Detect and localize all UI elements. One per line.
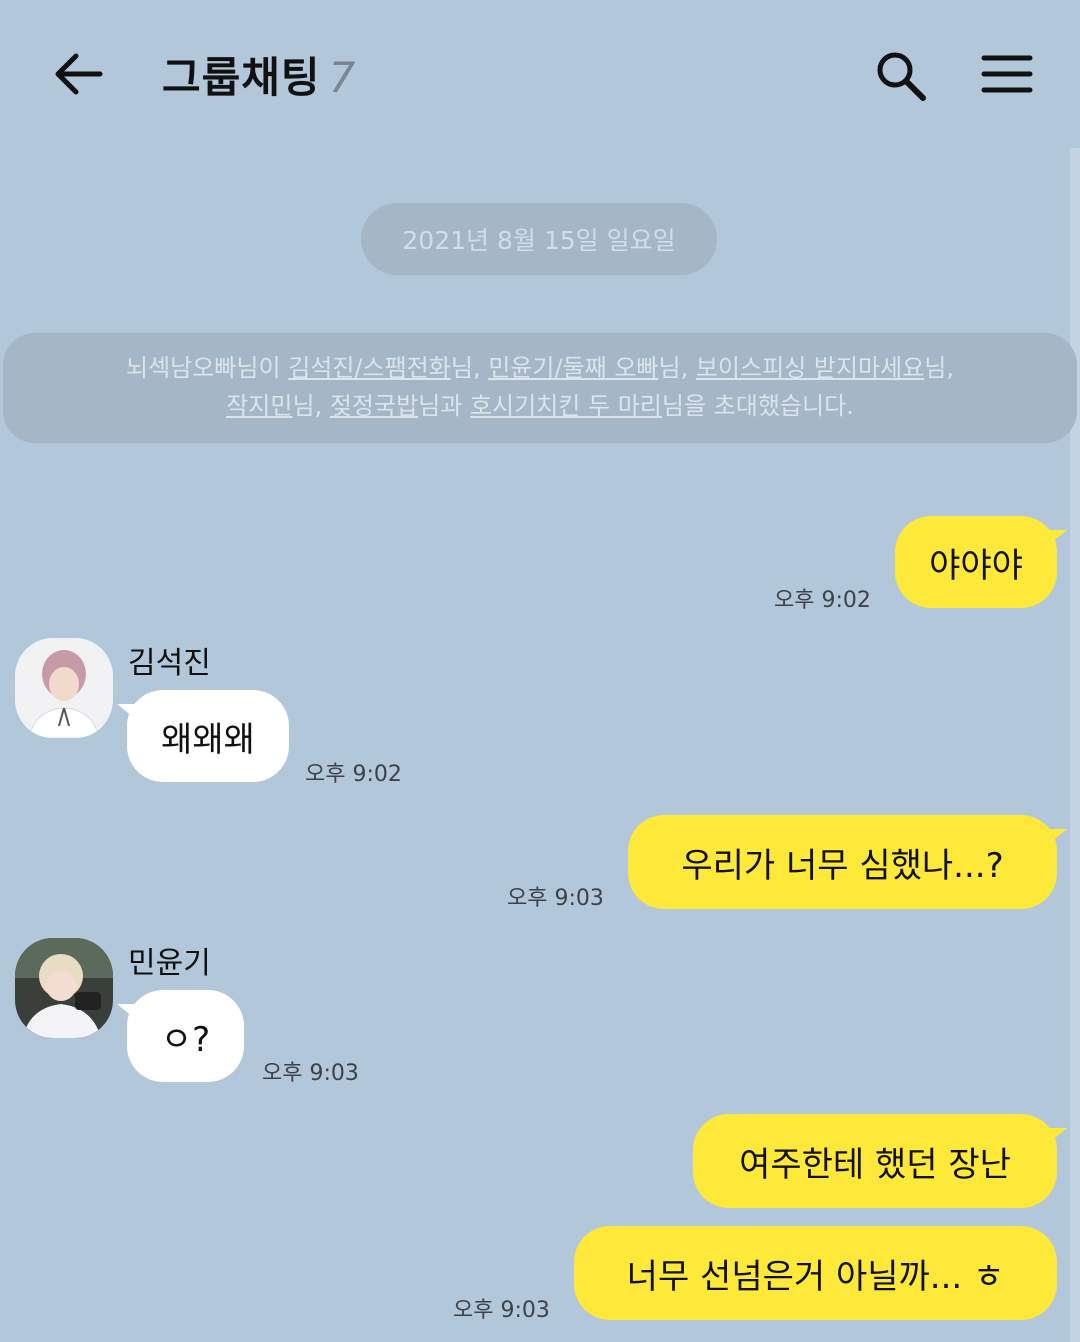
avatar-min-yoongi[interactable] — [15, 938, 113, 1038]
message-time: 오후 9:03 — [262, 1061, 359, 1086]
and: 님과 — [418, 392, 463, 420]
my-message-bubble[interactable]: 너무 선넘은거 아닐까... ㅎ — [574, 1226, 1057, 1320]
my-message-bubble[interactable]: 야야야 — [895, 516, 1067, 608]
system-invite-message: 뇌섹남오빠님이 김석진/스팸전화님, 민윤기/둘째 오빠님, 보이스피싱 받지마… — [3, 333, 1077, 443]
room-name: 그룹채팅 — [162, 53, 321, 102]
invitee-5[interactable]: 젖정국밥 — [330, 392, 418, 420]
their-message-bubble[interactable]: 왜왜왜 — [117, 690, 289, 782]
sep: , — [680, 354, 696, 382]
invitee-4[interactable]: 작지민 — [226, 392, 292, 420]
nim: 님 — [450, 354, 473, 382]
nim: 님 — [924, 354, 947, 382]
inviter-name: 뇌섹남오빠님이 — [125, 354, 281, 382]
message-time: 오후 9:02 — [305, 762, 402, 787]
their-message-bubble[interactable]: ㅇ? — [117, 990, 244, 1082]
invitee-6[interactable]: 호시기치킨 두 마리 — [470, 392, 662, 420]
chat-title: 그룹채팅 7 — [162, 44, 356, 105]
chat-header: 그룹채팅 7 — [0, 0, 1080, 150]
sender-name: 민윤기 — [128, 946, 211, 981]
nim: 님 — [292, 392, 315, 420]
date-divider: 2021년 8월 15일 일요일 — [361, 203, 717, 275]
search-icon[interactable] — [873, 48, 929, 104]
message-time: 오후 9:03 — [453, 1298, 550, 1323]
sep: , — [314, 392, 330, 420]
message-time: 오후 9:03 — [507, 886, 604, 911]
invitee-2[interactable]: 민윤기/둘째 오빠 — [488, 354, 658, 382]
sender-name: 김석진 — [128, 646, 211, 681]
sep: , — [946, 354, 955, 382]
member-count: 7 — [328, 53, 357, 102]
my-message-bubble[interactable]: 여주한테 했던 장난 — [693, 1114, 1067, 1208]
avatar-kim-seokjin[interactable] — [15, 638, 113, 738]
sep: , — [472, 354, 489, 382]
invitee-1[interactable]: 김석진/스팸전화 — [288, 354, 451, 382]
invite-tail: 님을 초대했습니다. — [661, 392, 854, 420]
arrow-left-icon[interactable] — [50, 48, 106, 100]
nim: 님 — [658, 354, 681, 382]
hamburger-menu-icon[interactable] — [980, 52, 1034, 96]
my-message-bubble[interactable]: 우리가 너무 심했나...? — [628, 815, 1067, 909]
scrollbar[interactable] — [1070, 148, 1080, 1342]
message-time: 오후 9:02 — [774, 588, 871, 613]
invitee-3[interactable]: 보이스피싱 받지마세요 — [696, 354, 924, 382]
